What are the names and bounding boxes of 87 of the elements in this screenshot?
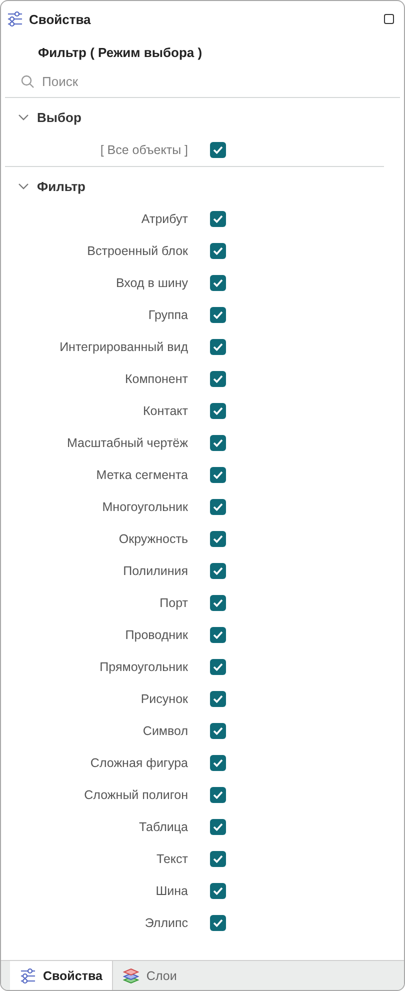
filter-label: Порт [160, 596, 188, 610]
checkbox[interactable] [210, 211, 226, 227]
sliders-icon [20, 968, 36, 984]
filter-label: Вход в шину [116, 276, 188, 290]
filter-label: Таблица [138, 820, 188, 834]
checkbox[interactable] [210, 851, 226, 867]
filter-label: Окружность [118, 532, 188, 546]
section-title: Выбор [37, 110, 82, 124]
filter-label: Проводник [125, 628, 188, 642]
checkbox[interactable] [210, 659, 226, 675]
checkbox[interactable] [210, 371, 226, 387]
checkmark-icon [213, 247, 223, 255]
filter-label: Контакт [142, 404, 188, 418]
filter-label: Встроенный блок [87, 244, 188, 258]
checkbox[interactable] [210, 499, 226, 515]
checkbox[interactable] [210, 691, 226, 707]
checkmark-icon [213, 471, 223, 479]
checkbox[interactable] [210, 915, 226, 931]
checkmark-icon [213, 695, 223, 703]
checkmark-icon [213, 311, 223, 319]
checkbox[interactable] [210, 595, 226, 611]
checkbox[interactable] [210, 275, 226, 291]
checkmark-icon [213, 823, 223, 831]
filter-label: Сложная фигура [90, 756, 188, 770]
maximize-button[interactable] [384, 14, 394, 24]
checkmark-icon [213, 503, 223, 511]
checkbox[interactable] [210, 723, 226, 739]
checkbox[interactable] [210, 435, 226, 451]
panel-title: Свойства [29, 12, 92, 26]
checkmark-icon [213, 663, 223, 671]
checkmark-icon [213, 567, 223, 575]
checkbox[interactable] [210, 467, 226, 483]
checkbox[interactable] [210, 755, 226, 771]
checkmark-icon [213, 146, 223, 154]
panel-tab[interactable]: Слои [113, 961, 187, 990]
tab-label: Слои [146, 968, 177, 982]
filter-label: [ Все объекты ] [100, 143, 188, 157]
filter-label: Текст [156, 852, 188, 866]
checkbox[interactable] [210, 531, 226, 547]
filter-label: Полилиния [123, 564, 188, 578]
checkbox[interactable] [210, 883, 226, 899]
checkmark-icon [213, 215, 223, 223]
layers-icon [123, 968, 140, 984]
checkmark-icon [213, 343, 223, 351]
checkbox[interactable] [210, 819, 226, 835]
checkmark-icon [213, 535, 223, 543]
filter-label: Масштабный чертёж [66, 436, 188, 450]
panel-tab[interactable]: Свойства [10, 961, 114, 990]
filter-label: Атрибут [141, 212, 188, 226]
checkmark-icon [213, 407, 223, 415]
filter-label: Многоугольник [102, 500, 188, 514]
checkbox[interactable] [210, 563, 226, 579]
filter-label: Шина [156, 884, 188, 898]
panel-subtitle: Фильтр ( Режим выбора ) [37, 44, 204, 62]
chevron-icon[interactable] [18, 114, 29, 120]
checkmark-icon [213, 887, 223, 895]
checkmark-icon [213, 375, 223, 383]
checkmark-icon [213, 599, 223, 607]
tab-label: Свойства [43, 968, 102, 982]
checkbox[interactable] [210, 142, 226, 158]
checkbox[interactable] [210, 627, 226, 643]
filter-label: Группа [148, 308, 188, 322]
checkmark-icon [213, 759, 223, 767]
checkbox[interactable] [210, 403, 226, 419]
checkbox[interactable] [210, 243, 226, 259]
search-icon [21, 74, 34, 88]
filter-label: Эллипс [144, 916, 188, 930]
checkmark-icon [213, 279, 223, 287]
filter-label: Прямоугольник [100, 660, 188, 674]
section-title: Фильтр [37, 178, 86, 194]
checkmark-icon [213, 791, 223, 799]
filter-label: Метка сегмента [96, 468, 188, 482]
checkmark-icon [213, 727, 223, 735]
checkbox[interactable] [210, 307, 226, 323]
checkmark-icon [213, 919, 223, 927]
filter-label: Рисунок [140, 692, 188, 706]
checkmark-icon [213, 439, 223, 447]
filter-label: Интегрированный вид [60, 340, 188, 354]
sliders-icon [7, 11, 23, 27]
chevron-icon[interactable] [18, 182, 29, 190]
checkmark-icon [213, 855, 223, 863]
filter-label: Компонент [124, 372, 188, 386]
checkmark-icon [213, 631, 223, 639]
checkbox[interactable] [210, 339, 226, 355]
filter-label: Сложный полигон [84, 788, 188, 802]
checkbox[interactable] [210, 787, 226, 803]
filter-label: Символ [142, 724, 188, 738]
